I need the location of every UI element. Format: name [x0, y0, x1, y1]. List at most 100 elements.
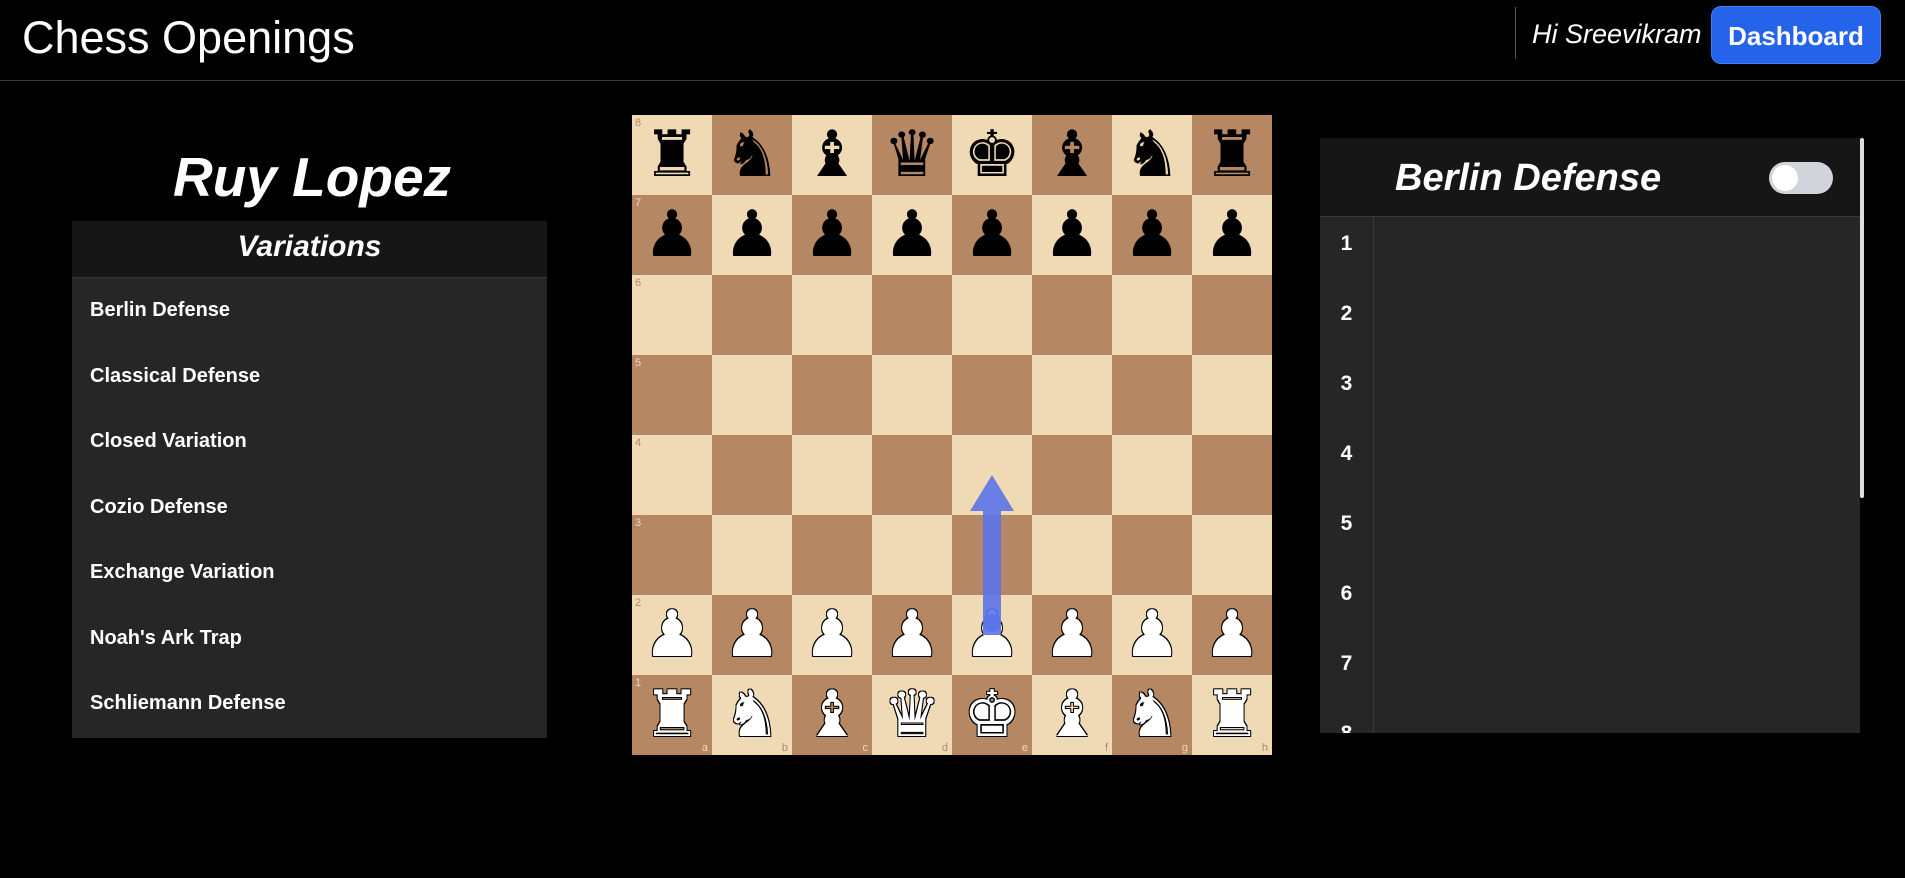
- white-pawn-icon[interactable]: ♟: [632, 595, 712, 675]
- square-d7[interactable]: ♟: [872, 195, 952, 275]
- white-pawn-icon[interactable]: ♟: [1032, 595, 1112, 675]
- square-b1[interactable]: b ♞: [712, 675, 792, 755]
- square-c1[interactable]: c ♝: [792, 675, 872, 755]
- square-a4[interactable]: 4: [632, 435, 712, 515]
- square-h4[interactable]: [1192, 435, 1272, 515]
- variation-item-closed-variation[interactable]: Closed Variation: [72, 409, 547, 475]
- black-pawn-icon[interactable]: ♟: [632, 195, 712, 275]
- white-rook-icon[interactable]: ♜: [1192, 675, 1272, 755]
- square-b6[interactable]: [712, 275, 792, 355]
- square-b5[interactable]: [712, 355, 792, 435]
- black-pawn-icon[interactable]: ♟: [1112, 195, 1192, 275]
- square-f4[interactable]: [1032, 435, 1112, 515]
- black-king-icon[interactable]: ♚: [952, 115, 1032, 195]
- dashboard-button[interactable]: Dashboard: [1711, 6, 1881, 64]
- square-a2[interactable]: 2 ♟: [632, 595, 712, 675]
- square-h3[interactable]: [1192, 515, 1272, 595]
- black-queen-icon[interactable]: ♛: [872, 115, 952, 195]
- black-knight-icon[interactable]: ♞: [1112, 115, 1192, 195]
- square-g7[interactable]: ♟: [1112, 195, 1192, 275]
- square-b7[interactable]: ♟: [712, 195, 792, 275]
- square-e1[interactable]: e ♚: [952, 675, 1032, 755]
- square-h7[interactable]: ♟: [1192, 195, 1272, 275]
- square-h6[interactable]: [1192, 275, 1272, 355]
- black-bishop-icon[interactable]: ♝: [792, 115, 872, 195]
- square-b4[interactable]: [712, 435, 792, 515]
- square-e6[interactable]: [952, 275, 1032, 355]
- square-e8[interactable]: ♚: [952, 115, 1032, 195]
- black-pawn-icon[interactable]: ♟: [872, 195, 952, 275]
- black-knight-icon[interactable]: ♞: [712, 115, 792, 195]
- white-rook-icon[interactable]: ♜: [632, 675, 712, 755]
- black-rook-icon[interactable]: ♜: [632, 115, 712, 195]
- white-bishop-icon[interactable]: ♝: [1032, 675, 1112, 755]
- square-e2[interactable]: ♟: [952, 595, 1032, 675]
- variation-item-exchange-variation[interactable]: Exchange Variation: [72, 540, 547, 606]
- variation-item-noahs-ark-trap[interactable]: Noah's Ark Trap: [72, 606, 547, 672]
- square-a5[interactable]: 5: [632, 355, 712, 435]
- white-queen-icon[interactable]: ♛: [872, 675, 952, 755]
- black-pawn-icon[interactable]: ♟: [712, 195, 792, 275]
- square-h8[interactable]: ♜: [1192, 115, 1272, 195]
- moves-toggle-switch[interactable]: [1769, 162, 1833, 194]
- white-pawn-icon[interactable]: ♟: [1112, 595, 1192, 675]
- white-pawn-icon[interactable]: ♟: [712, 595, 792, 675]
- variation-item-cozio-defense[interactable]: Cozio Defense: [72, 475, 547, 541]
- black-rook-icon[interactable]: ♜: [1192, 115, 1272, 195]
- square-d5[interactable]: [872, 355, 952, 435]
- square-a7[interactable]: 7 ♟: [632, 195, 712, 275]
- square-b2[interactable]: ♟: [712, 595, 792, 675]
- square-g5[interactable]: [1112, 355, 1192, 435]
- white-pawn-icon[interactable]: ♟: [1192, 595, 1272, 675]
- white-knight-icon[interactable]: ♞: [1112, 675, 1192, 755]
- black-pawn-icon[interactable]: ♟: [1192, 195, 1272, 275]
- square-d8[interactable]: ♛: [872, 115, 952, 195]
- square-g1[interactable]: g ♞: [1112, 675, 1192, 755]
- square-a3[interactable]: 3: [632, 515, 712, 595]
- square-h2[interactable]: ♟: [1192, 595, 1272, 675]
- black-pawn-icon[interactable]: ♟: [792, 195, 872, 275]
- white-pawn-icon[interactable]: ♟: [952, 595, 1032, 675]
- square-g3[interactable]: [1112, 515, 1192, 595]
- square-g6[interactable]: [1112, 275, 1192, 355]
- square-f8[interactable]: ♝: [1032, 115, 1112, 195]
- square-h1[interactable]: h ♜: [1192, 675, 1272, 755]
- square-g2[interactable]: ♟: [1112, 595, 1192, 675]
- square-d3[interactable]: [872, 515, 952, 595]
- square-a1[interactable]: 1 a ♜: [632, 675, 712, 755]
- square-f3[interactable]: [1032, 515, 1112, 595]
- chessboard[interactable]: 8 ♜ ♞ ♝ ♛ ♚ ♝ ♞ ♜ 7 ♟ ♟ ♟ ♟ ♟ ♟ ♟ ♟ 6 5 4 3 2 ♟ ♟ ♟ ♟ ♟ ♟ ♟ ♟ 1 a ♜ b ♞ c ♝ d ♛…: [632, 115, 1272, 755]
- square-d4[interactable]: [872, 435, 952, 515]
- square-f1[interactable]: f ♝: [1032, 675, 1112, 755]
- square-e7[interactable]: ♟: [952, 195, 1032, 275]
- square-a8[interactable]: 8 ♜: [632, 115, 712, 195]
- white-pawn-icon[interactable]: ♟: [792, 595, 872, 675]
- square-f6[interactable]: [1032, 275, 1112, 355]
- square-c8[interactable]: ♝: [792, 115, 872, 195]
- square-b8[interactable]: ♞: [712, 115, 792, 195]
- black-bishop-icon[interactable]: ♝: [1032, 115, 1112, 195]
- square-b3[interactable]: [712, 515, 792, 595]
- square-f5[interactable]: [1032, 355, 1112, 435]
- black-pawn-icon[interactable]: ♟: [952, 195, 1032, 275]
- white-knight-icon[interactable]: ♞: [712, 675, 792, 755]
- square-a6[interactable]: 6: [632, 275, 712, 355]
- square-e4[interactable]: [952, 435, 1032, 515]
- square-c7[interactable]: ♟: [792, 195, 872, 275]
- square-g4[interactable]: [1112, 435, 1192, 515]
- square-c2[interactable]: ♟: [792, 595, 872, 675]
- square-h5[interactable]: [1192, 355, 1272, 435]
- moves-scrollbar[interactable]: [1860, 138, 1864, 498]
- square-d6[interactable]: [872, 275, 952, 355]
- square-e5[interactable]: [952, 355, 1032, 435]
- square-c6[interactable]: [792, 275, 872, 355]
- white-pawn-icon[interactable]: ♟: [872, 595, 952, 675]
- white-king-icon[interactable]: ♚: [952, 675, 1032, 755]
- square-g8[interactable]: ♞: [1112, 115, 1192, 195]
- square-d1[interactable]: d ♛: [872, 675, 952, 755]
- square-c5[interactable]: [792, 355, 872, 435]
- white-bishop-icon[interactable]: ♝: [792, 675, 872, 755]
- square-c3[interactable]: [792, 515, 872, 595]
- square-d2[interactable]: ♟: [872, 595, 952, 675]
- variation-item-berlin-defense[interactable]: Berlin Defense: [72, 278, 547, 344]
